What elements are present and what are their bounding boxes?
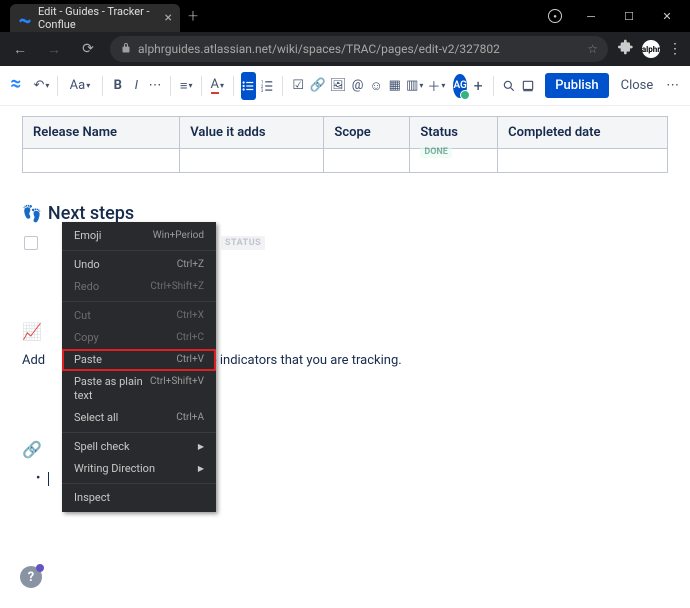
publish-button[interactable]: Publish <box>545 73 608 98</box>
url-text: alphrguides.atlassian.net/wiki/spaces/TR… <box>138 42 500 56</box>
more-formatting-button[interactable]: ⋯ <box>148 72 163 100</box>
ctx-inspect[interactable]: Inspect <box>62 487 216 509</box>
heading-style-dropdown[interactable]: Aa▾ <box>66 72 94 100</box>
bold-button[interactable]: B <box>110 72 125 100</box>
link-button[interactable]: 🔗 <box>310 72 326 100</box>
lock-icon <box>120 42 132 57</box>
notification-dot <box>36 564 44 572</box>
browser-menu-icon[interactable]: ⋮ <box>668 41 682 57</box>
close-editor-button[interactable]: Close <box>613 73 662 98</box>
address-bar[interactable]: alphrguides.atlassian.net/wiki/spaces/TR… <box>110 36 608 62</box>
help-button[interactable]: ? <box>20 566 42 588</box>
ctx-select-all[interactable]: Select allCtrl+A <box>62 407 216 429</box>
text-color-button[interactable]: A▾ <box>210 72 225 100</box>
undo-button[interactable]: ↶▾ <box>34 72 50 100</box>
svg-text:3: 3 <box>261 89 264 93</box>
find-button[interactable] <box>502 72 517 100</box>
ctx-writing-direction[interactable]: Writing Direction▶ <box>62 458 216 480</box>
numbered-list-button[interactable]: 123 <box>260 72 275 100</box>
release-table[interactable]: Release Name Value it adds Scope Status … <box>22 116 668 173</box>
bullet-list-button[interactable] <box>241 72 256 100</box>
confluence-favicon <box>18 11 32 25</box>
ctx-redo: RedoCtrl+Shift+Z <box>62 276 216 298</box>
status-placeholder[interactable]: STATUS <box>221 236 265 250</box>
forward-button: → <box>42 37 66 61</box>
table-button[interactable]: ▦ <box>387 72 402 100</box>
task-checkbox[interactable] <box>24 236 38 250</box>
tab-title: Edit - Guides - Tracker - Conflue <box>38 5 159 31</box>
presence-badge <box>460 90 470 100</box>
status-badge: DONE <box>420 146 451 158</box>
italic-button[interactable]: I <box>129 72 144 100</box>
extensions-icon[interactable] <box>618 39 634 59</box>
ctx-copy: CopyCtrl+C <box>62 327 216 349</box>
chart-icon: 📈 <box>22 322 42 341</box>
picture-in-picture-icon[interactable]: ● <box>548 9 562 23</box>
ctx-paste[interactable]: PasteCtrl+V <box>62 349 216 371</box>
reload-button[interactable]: ⟳ <box>76 37 100 61</box>
browser-tab[interactable]: Edit - Guides - Tracker - Conflue × <box>10 4 180 32</box>
new-tab-button[interactable]: + <box>188 6 198 27</box>
ctx-emoji[interactable]: EmojiWin+Period <box>62 225 216 247</box>
close-window-button[interactable]: ✕ <box>648 2 686 30</box>
context-menu: EmojiWin+Period UndoCtrl+ZRedoCtrl+Shift+… <box>62 222 216 512</box>
maximize-button[interactable]: ☐ <box>610 2 648 30</box>
ctx-paste-as-plain-text[interactable]: Paste as plain textCtrl+Shift+V <box>62 371 216 407</box>
ctx-cut: CutCtrl+X <box>62 305 216 327</box>
star-icon[interactable]: ☆ <box>587 42 598 56</box>
tab-close-icon[interactable]: × <box>165 10 172 26</box>
profile-avatar[interactable]: alphr <box>642 40 660 58</box>
table-header[interactable]: Completed date <box>498 117 668 149</box>
mention-button[interactable]: @ <box>350 72 365 100</box>
link-icon: 🔗 <box>22 440 42 459</box>
table-header[interactable]: Release Name <box>23 117 180 149</box>
image-button[interactable]: 🖼 <box>330 72 347 100</box>
alignment-dropdown[interactable]: ≡▾ <box>179 72 194 100</box>
emoji-button[interactable]: ☺ <box>369 72 384 100</box>
preview-button[interactable] <box>521 72 536 100</box>
confluence-logo[interactable] <box>10 75 22 97</box>
table-header[interactable]: Status <box>410 117 498 149</box>
action-item-button[interactable]: ☑ <box>291 72 306 100</box>
ctx-spell-check[interactable]: Spell check▶ <box>62 436 216 458</box>
table-row: DONE <box>23 149 668 173</box>
minimize-button[interactable]: ─ <box>572 2 610 30</box>
layouts-button[interactable]: ▥▾ <box>406 72 423 100</box>
footprints-icon: 👣 <box>22 204 42 223</box>
insert-button[interactable]: ＋▾ <box>427 72 445 100</box>
ctx-undo[interactable]: UndoCtrl+Z <box>62 254 216 276</box>
section-title: Next steps <box>48 203 134 224</box>
table-header[interactable]: Scope <box>324 117 410 149</box>
table-header[interactable]: Value it adds <box>180 117 324 149</box>
more-actions-button[interactable]: ⋯ <box>665 72 680 100</box>
invite-button[interactable]: + <box>471 72 486 100</box>
user-avatar[interactable]: AG <box>453 74 466 98</box>
back-button[interactable]: ← <box>8 37 32 61</box>
